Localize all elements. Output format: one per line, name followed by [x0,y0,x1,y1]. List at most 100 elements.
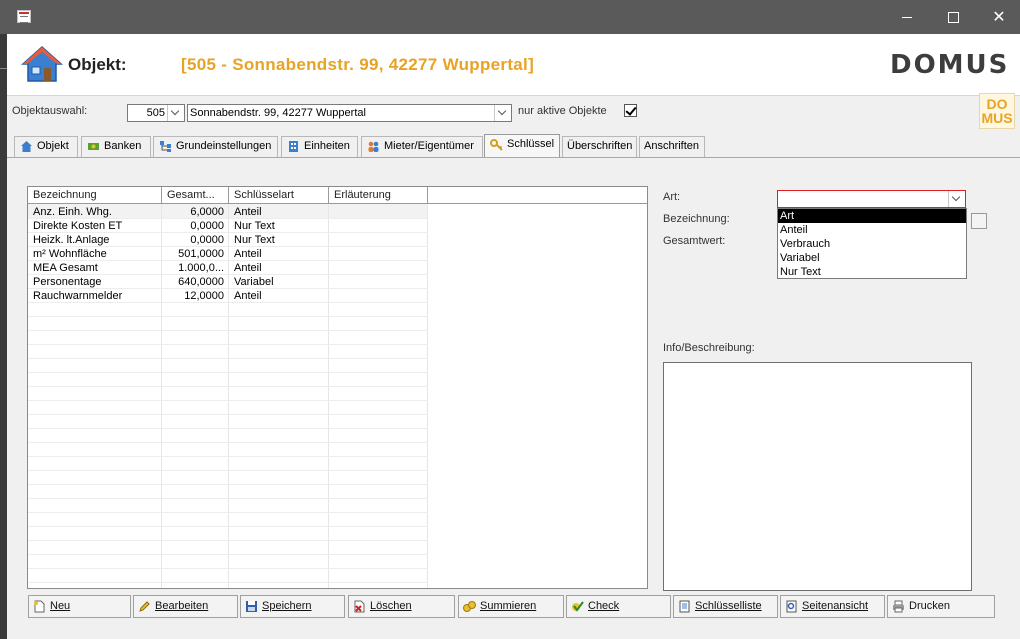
grid-cell[interactable]: 12,0000 [164,289,224,303]
grid-row-line [28,568,428,569]
key-icon [490,139,503,151]
grid-cell[interactable]: Nur Text [234,233,324,247]
grid-cell[interactable]: Anz. Einh. Whg. [33,205,153,219]
grid-cell[interactable]: 501,0000 [164,247,224,261]
tab-label: Banken [104,140,142,152]
grid-row-line [28,372,428,373]
tab-label: Mieter/Eigentümer [384,140,474,152]
tab-mieter-eigentuemer[interactable]: Mieter/Eigentümer [361,136,483,157]
grid-row-line [28,512,428,513]
window-titlebar[interactable]: ✕ [0,0,1020,34]
bezeichnung-side-button[interactable] [971,213,987,229]
tab-label: Grundeinstellungen [176,140,272,152]
keys-grid[interactable]: Bezeichnung Gesamt... Schlüsselart Erläu… [27,186,648,589]
print-button[interactable]: Drucken [887,595,995,618]
tab-schluessel[interactable]: Schlüssel [484,134,560,157]
grid-cell[interactable]: m² Wohnfläche [33,247,153,261]
grid-cell[interactable]: 640,0000 [164,275,224,289]
check-button[interactable]: Check [566,595,671,618]
art-option[interactable]: Anteil [778,223,966,237]
art-option[interactable]: Art [778,209,966,223]
grid-cell[interactable] [334,289,424,303]
grid-cell[interactable]: 1.000,0... [164,261,224,275]
grid-row-line [28,386,428,387]
new-button-label: Neu [50,600,71,612]
art-option[interactable]: Verbrauch [778,237,966,251]
tab-ueberschriften[interactable]: Überschriften [562,136,637,157]
object-number-combo[interactable]: 505 [127,104,185,122]
people-icon [368,141,379,152]
grid-cell[interactable] [334,261,424,275]
tab-label: Überschriften [567,140,633,152]
object-address-combo[interactable]: Sonnabendstr. 99, 42277 Wuppertal [187,104,512,122]
tab-label: Einheiten [304,140,350,152]
save-button[interactable]: Speichern [240,595,345,618]
preview-button[interactable]: Seitenansicht [780,595,885,618]
grid-cell[interactable]: Anteil [234,247,324,261]
column-header-bezeichnung[interactable]: Bezeichnung [28,187,162,204]
grid-cell[interactable] [334,205,424,219]
grid-cell[interactable]: Nur Text [234,219,324,233]
object-selection-row: Objektauswahl: 505 Sonnabendstr. 99, 422… [7,93,1020,130]
grid-cell[interactable]: Anteil [234,289,324,303]
object-number-value: 505 [146,107,165,119]
grid-row-line [28,274,428,275]
chevron-down-icon[interactable] [948,191,965,207]
key-list-button[interactable]: Schlüsselliste [673,595,778,618]
grid-column-line [228,204,229,588]
grid-cell[interactable] [334,233,424,247]
column-header-erlaeuterung[interactable]: Erläuterung [329,187,428,204]
grid-column-line [328,204,329,588]
grid-row-line [28,246,428,247]
grid-cell[interactable]: Heizk. lt.Anlage [33,233,153,247]
close-button[interactable]: ✕ [976,0,1020,34]
object-header: Objekt: [505 - Sonnabendstr. 99, 42277 W… [7,34,1020,96]
grid-cell[interactable]: Variabel [234,275,324,289]
minimize-button[interactable] [884,0,930,34]
grid-cell[interactable]: Personentage [33,275,153,289]
sum-button-label: Summieren [480,600,537,612]
tab-anschriften[interactable]: Anschriften [639,136,705,157]
grid-cell[interactable]: 6,0000 [164,205,224,219]
active-objects-label: nur aktive Objekte [518,105,607,117]
grid-row-line [28,288,428,289]
art-option[interactable]: Variabel [778,251,966,265]
preview-button-label: Seitenansicht [802,600,869,612]
grid-cell[interactable] [334,247,424,261]
grid-cell[interactable]: MEA Gesamt [33,261,153,275]
grid-cell[interactable]: Anteil [234,261,324,275]
building-icon [289,141,298,152]
tab-objekt[interactable]: Objekt [14,136,78,157]
print-button-label: Drucken [909,600,950,612]
grid-cell[interactable]: 0,0000 [164,219,224,233]
info-textarea[interactable] [663,362,972,591]
sum-button[interactable]: Summieren [458,595,564,618]
art-combo[interactable] [777,190,966,208]
grid-cell[interactable]: Rauchwarnmelder [33,289,153,303]
object-selection-label: Objektauswahl: [12,105,88,117]
grid-cell[interactable]: 0,0000 [164,233,224,247]
grid-row-line [28,498,428,499]
new-button[interactable]: Neu [28,595,131,618]
preview-icon [786,600,797,613]
edit-button[interactable]: Bearbeiten [133,595,238,618]
chevron-down-icon[interactable] [167,105,184,121]
grid-row-line [28,358,428,359]
art-option[interactable]: Nur Text [778,265,966,279]
tab-grundeinstellungen[interactable]: Grundeinstellungen [153,136,278,157]
maximize-button[interactable] [930,0,976,34]
delete-button-label: Löschen [370,600,412,612]
tab-banken[interactable]: Banken [81,136,151,157]
grid-cell[interactable] [334,219,424,233]
column-header-schluesselart[interactable]: Schlüsselart [229,187,329,204]
header-label: Objekt: [68,55,127,74]
grid-cell[interactable] [334,275,424,289]
grid-cell[interactable]: Anteil [234,205,324,219]
grid-cell[interactable]: Direkte Kosten ET [33,219,153,233]
active-objects-checkbox[interactable] [624,104,637,117]
art-dropdown-list[interactable]: Art Anteil Verbrauch Variabel Nur Text [777,208,967,279]
tab-einheiten[interactable]: Einheiten [281,136,358,157]
chevron-down-icon[interactable] [494,105,511,121]
delete-button[interactable]: Löschen [348,595,455,618]
column-header-gesamt[interactable]: Gesamt... [162,187,229,204]
